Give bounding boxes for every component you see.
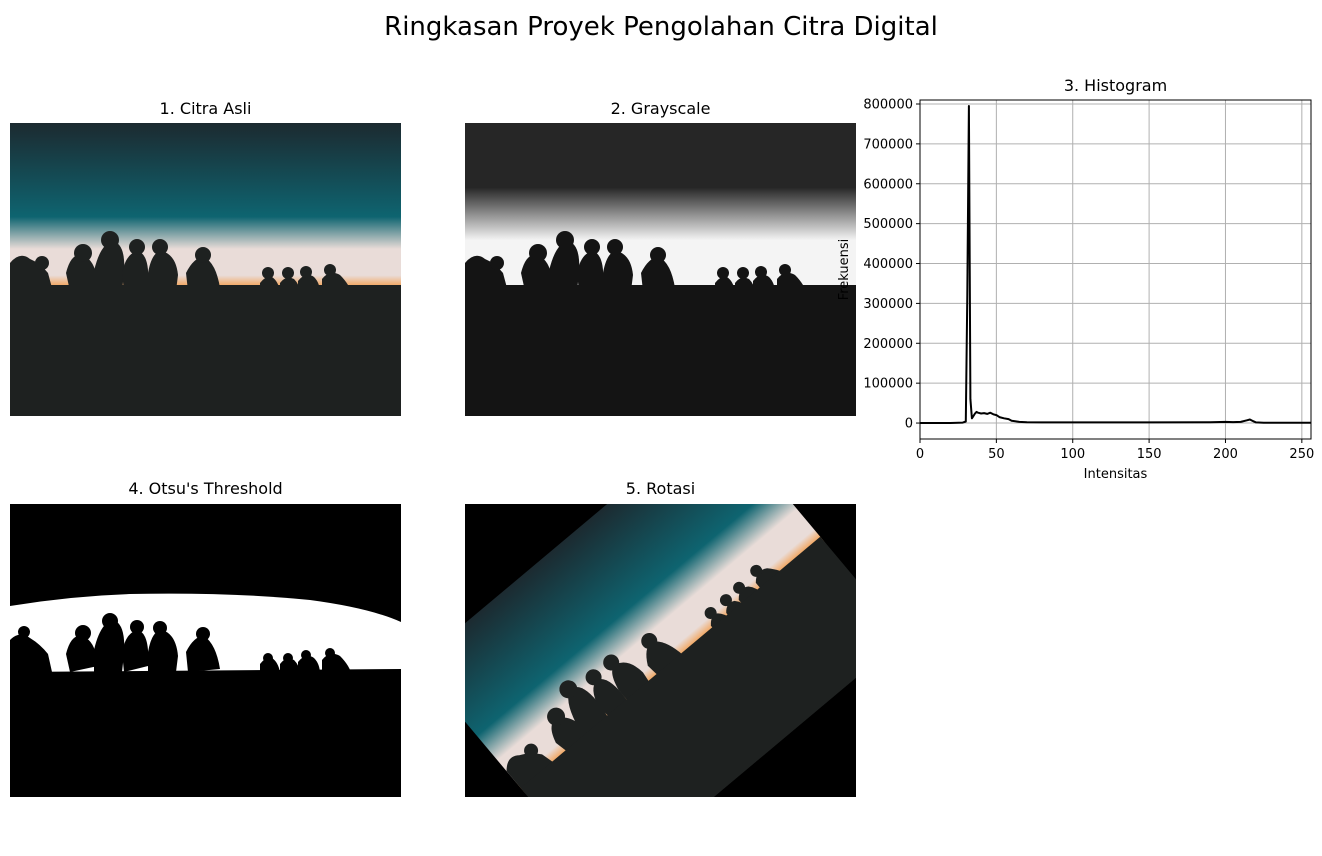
x-tick-label: 0 [916, 447, 924, 462]
x-tick-label: 100 [1060, 447, 1085, 462]
grayscale-image-drawing [465, 123, 856, 416]
histogram-svg: 0 50 100 150 200 250 0 100000 200000 300000 400000… [837, 97, 1314, 482]
original-image-drawing [10, 123, 401, 416]
y-tick-label: 100000 [863, 377, 913, 392]
histogram-chart: 0 50 100 150 200 250 0 100000 200000 300000 400000… [830, 96, 1320, 491]
x-tick-label: 250 [1289, 447, 1314, 462]
x-tick-label: 50 [988, 447, 1005, 462]
y-tick-label: 400000 [863, 257, 913, 272]
otsu-image [10, 504, 401, 797]
x-tick-label: 150 [1137, 447, 1162, 462]
otsu-image-drawing [10, 504, 401, 797]
y-tick-label: 300000 [863, 297, 913, 312]
original-image [10, 123, 401, 416]
y-tick-label: 500000 [863, 217, 913, 232]
y-tick-label: 600000 [863, 177, 913, 192]
x-axis-label: Intensitas [1084, 467, 1148, 482]
panel-title-grayscale: 2. Grayscale [610, 99, 711, 118]
grayscale-image [465, 123, 856, 416]
panel-title-histogram: 3. Histogram [1063, 76, 1168, 95]
x-tick-label: 200 [1213, 447, 1238, 462]
panel-title-rotation: 5. Rotasi [625, 479, 696, 498]
rotated-image-drawing [465, 504, 856, 797]
y-tick-label: 700000 [863, 137, 913, 152]
y-tick-label: 200000 [863, 337, 913, 352]
y-tick-label: 0 [905, 417, 913, 432]
panel-title-original: 1. Citra Asli [159, 99, 252, 118]
y-tick-label: 800000 [863, 97, 913, 112]
y-axis-label: Frekuensi [837, 239, 852, 301]
histogram-line [920, 105, 1311, 424]
plot-frame [919, 99, 1312, 440]
figure-title: Ringkasan Proyek Pengolahan Citra Digita… [384, 12, 938, 42]
rotated-image [465, 504, 856, 797]
panel-title-otsu: 4. Otsu's Threshold [128, 479, 283, 498]
